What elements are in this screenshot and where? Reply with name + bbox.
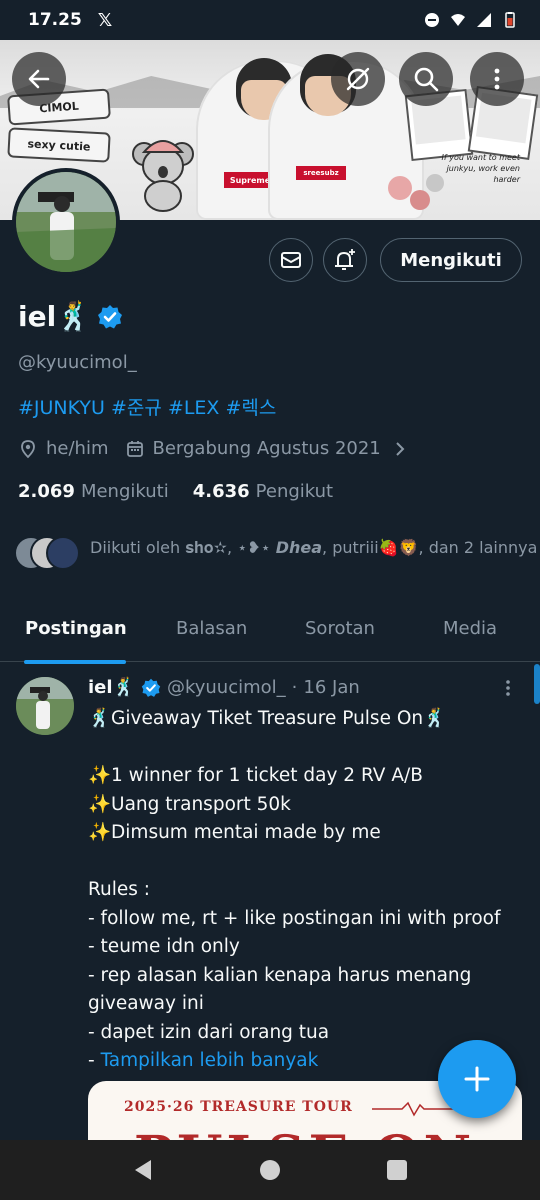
- calendar-icon: [126, 440, 143, 457]
- profile-bio[interactable]: #JUNKYU #준규 #LEX #렉스: [18, 393, 276, 420]
- followed-by-text: Diikuti oleh 𝐬𝐡𝐨✫, ⋆❥⋆ 𝘿𝙝𝙚𝙖, putriii🍓🦁, …: [90, 538, 538, 557]
- profile-handle: @kyuucimol_: [18, 352, 137, 373]
- tab-postingan[interactable]: Postingan: [25, 604, 127, 639]
- banner-caption: If you want to meet junkyu, work even ha…: [441, 153, 520, 184]
- avatar-photo: [16, 677, 74, 735]
- search-icon: [414, 67, 439, 92]
- notifications-button[interactable]: [323, 238, 367, 282]
- profile-meta: he/him Bergabung Agustus 2021: [18, 438, 407, 459]
- profile-name-row: iel🕺: [18, 300, 123, 333]
- avatar-photo: [16, 172, 116, 272]
- arrow-left-icon: [28, 69, 50, 89]
- post-header: iel🕺 @kyuucimol_ · 16 Jan: [88, 677, 518, 698]
- chevron-right-icon[interactable]: [393, 439, 407, 459]
- post-image-tour-text: 2025·26 TREASURE TOUR: [124, 1099, 353, 1115]
- system-navigation-bar: [0, 1140, 540, 1200]
- tab-media[interactable]: Media: [443, 604, 497, 639]
- tab-balasan[interactable]: Balasan: [176, 604, 247, 639]
- following-button[interactable]: Mengikuti: [380, 238, 522, 282]
- profile-pronouns: he/him: [46, 438, 109, 459]
- search-button[interactable]: [399, 52, 453, 106]
- status-time: 17.25: [28, 10, 82, 30]
- following-count-link[interactable]: 2.069 Mengikuti: [18, 481, 169, 502]
- verified-badge-icon[interactable]: [97, 304, 123, 330]
- message-button[interactable]: [269, 238, 313, 282]
- followers-count: 4.636: [192, 481, 250, 502]
- followed-by-avatars: [14, 536, 80, 572]
- post-body-text: 🕺Giveaway Tiket Treasure Pulse On🕺 ✨1 wi…: [88, 708, 501, 1071]
- post-date[interactable]: 16 Jan: [303, 677, 359, 698]
- kebab-menu-icon: [494, 68, 500, 90]
- balloon-decoration: [410, 190, 430, 210]
- post-author-avatar[interactable]: [16, 677, 74, 735]
- recents-square-icon[interactable]: [385, 1158, 409, 1182]
- location-pin-icon: [21, 439, 35, 458]
- do-not-disturb-icon: [425, 13, 439, 27]
- post-more-icon[interactable]: [498, 678, 518, 698]
- balloon-decoration: [426, 174, 444, 192]
- status-bar: 17.25 𝕏: [0, 0, 540, 40]
- balloon-decoration: [388, 176, 412, 200]
- back-button[interactable]: [12, 52, 66, 106]
- back-triangle-icon[interactable]: [131, 1158, 155, 1182]
- profile-avatar[interactable]: [12, 168, 120, 276]
- followed-by[interactable]: Diikuti oleh 𝐬𝐡𝐨✫, ⋆❥⋆ 𝘿𝙝𝙚𝙖, putriii🍓🦁, …: [14, 536, 540, 572]
- signal-icon: [477, 13, 491, 27]
- compose-post-button[interactable]: [438, 1040, 516, 1118]
- battery-icon: [505, 12, 515, 28]
- post-author-handle: @kyuucimol_: [166, 677, 286, 698]
- post-separator: ·: [291, 677, 298, 698]
- post-author-name[interactable]: iel🕺: [88, 677, 135, 698]
- wifi-icon: [451, 14, 465, 26]
- verified-badge-icon: [141, 678, 161, 697]
- scrollbar[interactable]: [534, 664, 540, 704]
- home-circle-icon[interactable]: [258, 1158, 282, 1182]
- followers-count-link[interactable]: 4.636 Pengikut: [193, 481, 333, 502]
- tab-sorotan[interactable]: Sorotan: [305, 604, 375, 639]
- following-count: 2.069: [18, 481, 75, 502]
- envelope-icon: [281, 252, 301, 268]
- more-options-button[interactable]: [470, 52, 524, 106]
- post-text: 🕺Giveaway Tiket Treasure Pulse On🕺 ✨1 wi…: [88, 705, 528, 1076]
- profile-joined-date: Bergabung Agustus 2021: [152, 438, 381, 459]
- active-tab-indicator: [24, 660, 126, 664]
- shirt-logo: sreesubz: [296, 166, 346, 180]
- plus-icon: [464, 1066, 490, 1092]
- profile-counts: 2.069 Mengikuti 4.636 Pengikut: [18, 481, 333, 502]
- koala-sticker: [132, 140, 194, 212]
- status-icons: [424, 12, 518, 28]
- following-label: Mengikuti: [80, 481, 169, 502]
- avatar: [46, 536, 80, 570]
- grok-icon: [346, 67, 370, 91]
- profile-name: iel🕺: [18, 300, 92, 333]
- bell-plus-icon: [335, 249, 355, 270]
- x-logo-icon: 𝕏: [97, 9, 113, 31]
- followers-label: Pengikut: [255, 481, 334, 502]
- show-more-link[interactable]: Tampilkan lebih banyak: [101, 1050, 319, 1071]
- grok-button[interactable]: [331, 52, 385, 106]
- banner-sign-sexy-cutie: sexy cutie: [7, 127, 111, 163]
- profile-tabs: Postingan Balasan Sorotan Media: [0, 604, 540, 664]
